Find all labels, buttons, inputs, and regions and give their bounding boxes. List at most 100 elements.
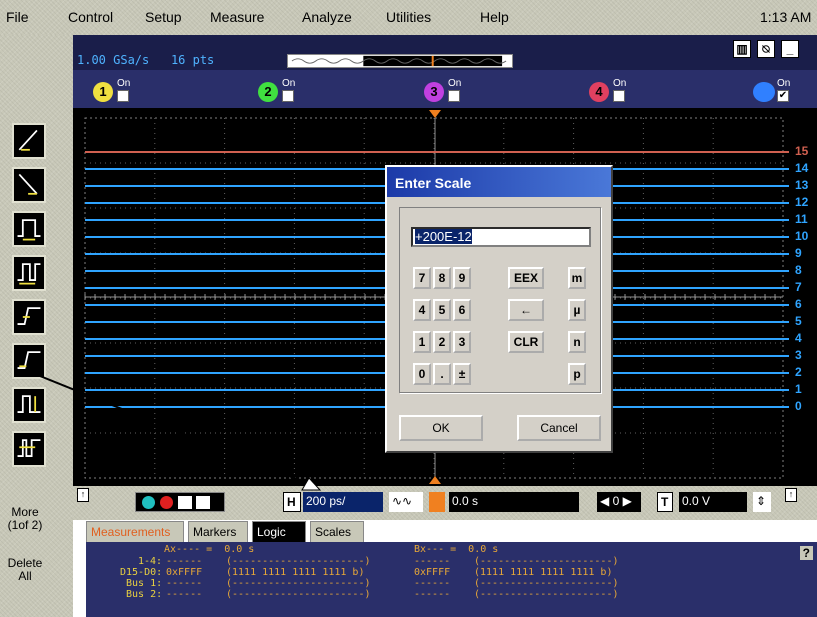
channel-4-on-label: On: [613, 78, 627, 89]
bit-label-8: 8: [795, 263, 802, 277]
minimize-icon[interactable]: _: [781, 40, 799, 58]
backspace-key[interactable]: ←: [508, 299, 544, 321]
print-icon[interactable]: [196, 496, 210, 509]
channel-bar: 1 On 2 On 3 On 4 On On ✔: [73, 70, 817, 108]
rising-edge-icon[interactable]: [12, 123, 46, 159]
row-a-value: ------: [166, 556, 203, 567]
waveform-shape-icon[interactable]: ∿∿: [389, 492, 423, 512]
pulse-width-icon[interactable]: [12, 211, 46, 247]
key-eex[interactable]: EEX: [508, 267, 544, 289]
scale-input[interactable]: +200E-12: [411, 227, 591, 247]
row-a-value: ------: [166, 589, 203, 600]
trigger-marker-icon[interactable]: [429, 492, 445, 512]
channel-1-badge: 1: [93, 82, 113, 102]
key-clear[interactable]: CLR: [508, 331, 544, 353]
trigger-position-marker: [429, 476, 441, 484]
sample-rate: 1.00 GSa/s: [77, 53, 150, 67]
trigger-level-field[interactable]: 0.0 V: [679, 492, 747, 512]
falling-edge-icon[interactable]: [12, 167, 46, 203]
delay-field[interactable]: 0.0 s: [449, 492, 579, 512]
red-dot-icon[interactable]: [160, 496, 173, 509]
menu-analyze[interactable]: Analyze: [302, 9, 352, 25]
bit-label-9: 9: [795, 246, 802, 260]
key-8[interactable]: 8: [433, 267, 451, 289]
key-4[interactable]: 4: [413, 299, 431, 321]
run-controls: [135, 492, 225, 512]
bit-label-15: 15: [795, 144, 809, 158]
row-label: Bus 1:: [126, 578, 163, 589]
delta-time-icon[interactable]: [12, 431, 46, 467]
key-3[interactable]: 3: [453, 331, 471, 353]
waveform-navigator[interactable]: [287, 54, 513, 68]
ok-button[interactable]: OK: [399, 415, 483, 441]
menu-help[interactable]: Help: [480, 9, 509, 25]
rise-time-icon[interactable]: [12, 299, 46, 335]
key-0[interactable]: 0: [413, 363, 431, 385]
row-label: Bus 2:: [126, 589, 163, 600]
channel-2-checkbox[interactable]: [282, 90, 294, 102]
cyan-dot-icon[interactable]: [142, 496, 155, 509]
ax-header: Ax---- = 0.0 s: [164, 544, 255, 555]
key-milli[interactable]: m: [568, 267, 586, 289]
key-9[interactable]: 9: [453, 267, 471, 289]
key-plus-minus[interactable]: ±: [453, 363, 471, 385]
run-stop-icon[interactable]: ▥: [733, 40, 751, 58]
delete-all-button[interactable]: Delete All: [4, 557, 46, 583]
key-decimal[interactable]: .: [433, 363, 451, 385]
tab-markers[interactable]: Markers: [188, 521, 248, 543]
menu-setup[interactable]: Setup: [145, 9, 182, 25]
key-6[interactable]: 6: [453, 299, 471, 321]
level-stepper-icon[interactable]: ⇕: [753, 492, 771, 512]
time-scale-field[interactable]: 200 ps/: [303, 492, 383, 512]
digital-eye-icon: [753, 82, 775, 102]
channel-4-badge: 4: [589, 82, 609, 102]
key-nano[interactable]: n: [568, 331, 586, 353]
digital-checkbox[interactable]: ✔: [777, 90, 789, 102]
tab-measurements[interactable]: Measurements: [86, 521, 184, 543]
points-count: 16 pts: [170, 53, 215, 67]
measurement-panel: Ax---- = 0.0 s Bx--- = 0.0 s 1-4: ------(…: [86, 542, 817, 617]
tab-scales[interactable]: Scales: [310, 521, 364, 543]
row-a-binary: (----------------------): [226, 589, 371, 600]
row-b-binary: (----------------------): [474, 578, 619, 589]
key-7[interactable]: 7: [413, 267, 431, 289]
key-micro[interactable]: µ: [568, 299, 586, 321]
help-button[interactable]: ?: [799, 546, 813, 560]
menu-control[interactable]: Control: [68, 9, 113, 25]
more-button[interactable]: More (1of 2): [4, 506, 46, 532]
channel-1-checkbox[interactable]: [117, 90, 129, 102]
acquisition-bar: 1.00 GSa/s 16 pts ▥ ⍉ _: [73, 35, 817, 70]
key-1[interactable]: 1: [413, 331, 431, 353]
save-icon[interactable]: [178, 496, 192, 509]
channel-2-badge: 2: [258, 82, 278, 102]
menu-utilities[interactable]: Utilities: [386, 9, 431, 25]
tab-logic[interactable]: Logic: [252, 521, 306, 543]
amplitude-icon[interactable]: [12, 387, 46, 423]
single-icon[interactable]: ⍉: [757, 40, 775, 58]
digital-on-label: On: [777, 78, 791, 89]
row-a-value: ------: [166, 578, 203, 589]
bit-label-13: 13: [795, 178, 809, 192]
channel-3-checkbox[interactable]: [448, 90, 460, 102]
bit-label-3: 3: [795, 348, 802, 362]
row-a-binary: (----------------------): [226, 578, 371, 589]
enter-scale-dialog: Enter Scale +200E-12 7 8 9 EEX m 4 5 6 ←…: [385, 165, 613, 453]
channel-4-checkbox[interactable]: [613, 90, 625, 102]
key-5[interactable]: 5: [433, 299, 451, 321]
key-pico[interactable]: p: [568, 363, 586, 385]
menu-file[interactable]: File: [6, 9, 29, 25]
bit-label-6: 6: [795, 297, 802, 311]
channel-2-on-label: On: [282, 78, 296, 89]
row-a-binary: (----------------------): [226, 556, 371, 567]
scroll-up-icon[interactable]: ↑: [77, 488, 89, 502]
fall-time-icon[interactable]: [12, 343, 46, 379]
key-2[interactable]: 2: [433, 331, 451, 353]
period-icon[interactable]: [12, 255, 46, 291]
scroll-up-right-icon[interactable]: ↑: [785, 488, 797, 502]
row-a-value: 0xFFFF: [166, 567, 203, 578]
cancel-button[interactable]: Cancel: [517, 415, 601, 441]
menu-measure[interactable]: Measure: [210, 9, 264, 25]
delay-stepper[interactable]: ◀ 0 ▶: [597, 492, 641, 512]
bit-label-5: 5: [795, 314, 802, 328]
channel-3-on-label: On: [448, 78, 462, 89]
